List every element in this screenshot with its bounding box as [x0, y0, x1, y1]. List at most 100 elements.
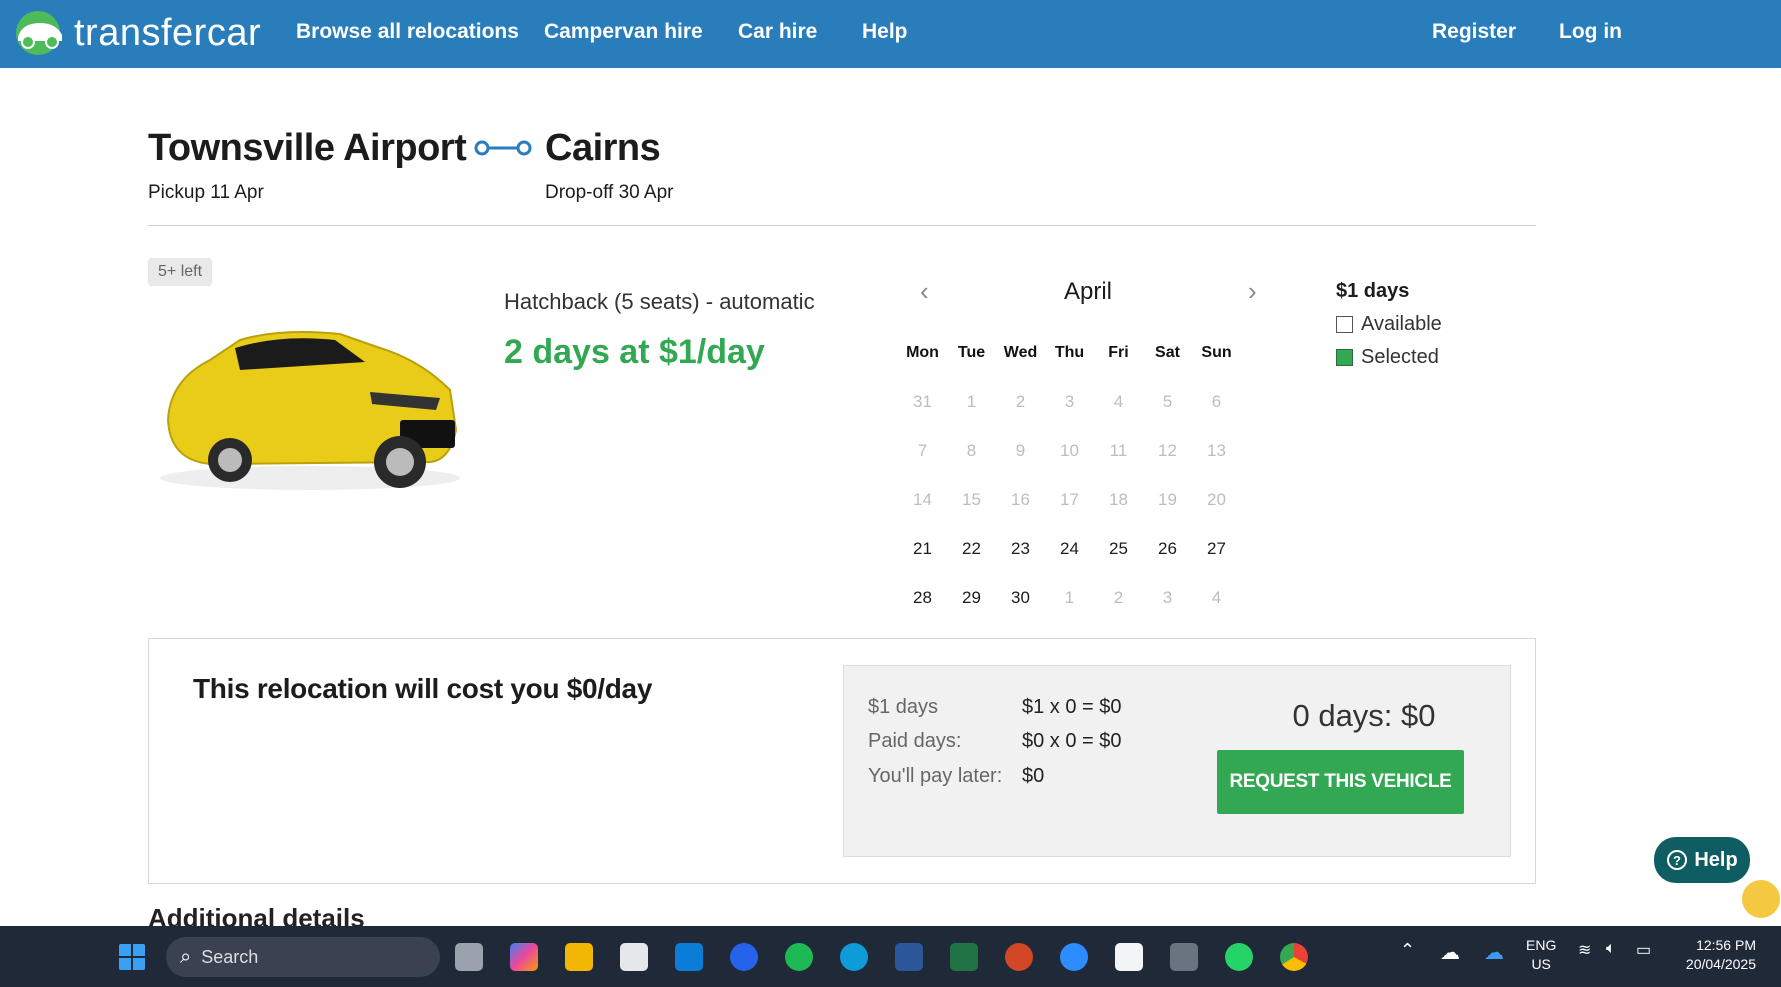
cost-panel: This relocation will cost you $0/day $1 … — [148, 638, 1536, 884]
edge-icon[interactable] — [840, 943, 868, 971]
calendar-day: 7 — [917, 440, 928, 460]
calendar-day: 5 — [1162, 391, 1173, 411]
legend-selected-label: Selected — [1361, 346, 1439, 368]
calendar-day[interactable]: 21 — [898, 539, 947, 559]
search-placeholder: Search — [201, 946, 259, 967]
chrome-icon[interactable] — [1280, 943, 1308, 971]
snipping-tool-icon[interactable] — [1115, 943, 1143, 971]
clock-time: 12:56 PM — [1696, 937, 1756, 953]
calendar-day[interactable]: 29 — [947, 588, 996, 608]
search-icon: ⌕ — [180, 945, 192, 968]
calendar-day: 6 — [1211, 391, 1222, 411]
get-help-icon[interactable] — [730, 943, 758, 971]
login-link[interactable]: Log in — [1559, 20, 1622, 44]
summary-value-1: $1 x 0 = $0 — [1022, 696, 1122, 718]
zoom-icon[interactable] — [1060, 943, 1088, 971]
language-code: ENG — [1526, 937, 1557, 953]
cookie-icon[interactable] — [1742, 880, 1780, 918]
calendar-week-row: 31 1 2 3 4 5 6 — [898, 377, 1241, 426]
calendar-day[interactable]: 26 — [1143, 539, 1192, 559]
summary-label-3: You'll pay later: — [868, 765, 1003, 787]
nav-help[interactable]: Help — [862, 20, 908, 44]
task-view-icon[interactable] — [455, 943, 483, 971]
request-vehicle-button[interactable]: REQUEST THIS VEHICLE — [1217, 750, 1464, 814]
calendar-day[interactable]: 25 — [1094, 539, 1143, 559]
calendar-grid: Mon Tue Wed Thu Fri Sat Sun 31 1 2 3 4 5 6 7 8 9 10 11 12 1… — [898, 328, 1241, 622]
help-chat-label: Help — [1694, 848, 1738, 871]
region-code: US — [1531, 956, 1551, 972]
calendar-day: 8 — [966, 440, 977, 460]
next-month-button[interactable]: › — [1248, 276, 1257, 307]
summary-value-2: $0 x 0 = $0 — [1022, 730, 1122, 752]
calculator-icon[interactable] — [1170, 943, 1198, 971]
language-indicator[interactable]: ENG US — [1526, 936, 1556, 974]
availability-badge: 5+ left — [148, 258, 213, 286]
available-swatch-icon — [1336, 316, 1353, 333]
calendar-week-row: 14 15 16 17 18 19 20 — [898, 475, 1241, 524]
store-icon[interactable] — [620, 943, 648, 971]
cloud-icon[interactable]: ☁ — [1440, 940, 1460, 965]
brand-logo[interactable]: transfercar — [10, 9, 261, 57]
weekday-label: Sat — [1155, 343, 1180, 361]
calendar-day[interactable]: 28 — [898, 588, 947, 608]
chevron-up-icon[interactable]: ⌃ — [1400, 940, 1415, 961]
calendar-day[interactable]: 23 — [996, 539, 1045, 559]
windows-start-icon[interactable] — [118, 943, 146, 971]
calendar-day[interactable]: 24 — [1045, 539, 1094, 559]
calendar-day: 11 — [1109, 440, 1128, 460]
powerpoint-icon[interactable] — [1005, 943, 1033, 971]
nav-browse-relocations[interactable]: Browse all relocations — [296, 20, 519, 44]
calendar-day: 13 — [1207, 440, 1226, 460]
clock[interactable]: 12:56 PM 20/04/2025 — [1676, 936, 1756, 974]
vehicle-title: Hatchback (5 seats) - automatic — [504, 289, 815, 314]
question-circle-icon: ? — [1667, 850, 1688, 870]
calendar-day: 18 — [1109, 489, 1128, 509]
calendar-month: April — [1063, 278, 1112, 305]
battery-icon[interactable]: ▭ — [1636, 940, 1651, 960]
calendar-day[interactable]: 27 — [1192, 539, 1241, 559]
svg-text:?: ? — [1673, 853, 1681, 868]
calendar-day[interactable]: 30 — [996, 588, 1045, 608]
summary-label-2: Paid days: — [868, 730, 962, 752]
spotify-icon[interactable] — [785, 943, 813, 971]
calendar-day: 19 — [1158, 489, 1177, 509]
excel-icon[interactable] — [950, 943, 978, 971]
weekday-label: Mon — [906, 343, 939, 361]
legend-selected: Selected — [1336, 346, 1442, 369]
car-logo-icon — [16, 11, 62, 55]
calendar-day: 10 — [1060, 440, 1079, 460]
onedrive-icon[interactable]: ☁ — [1484, 940, 1504, 965]
weekday-label: Fri — [1108, 343, 1129, 361]
legend-available: Available — [1336, 313, 1442, 336]
help-chat-button[interactable]: ? Help — [1654, 837, 1750, 883]
file-explorer-icon[interactable] — [565, 943, 593, 971]
summary-label-1: $1 days — [868, 696, 939, 718]
weekday-label: Thu — [1054, 343, 1085, 361]
taskbar-search[interactable]: ⌕ Search — [166, 937, 440, 977]
word-icon[interactable] — [895, 943, 923, 971]
origin-title: Townsville Airport — [148, 127, 467, 169]
destination-title: Cairns — [545, 127, 661, 169]
myhp-icon[interactable] — [675, 943, 703, 971]
calendar-week-row: 7 8 9 10 11 12 13 — [898, 426, 1241, 475]
legend-available-label: Available — [1361, 313, 1442, 335]
calendar-day: 31 — [913, 391, 932, 411]
total-cost: 0 days: $0 — [1292, 698, 1436, 733]
whatsapp-icon[interactable] — [1225, 943, 1253, 971]
calendar-day: 2 — [1015, 391, 1026, 411]
volume-icon[interactable]: 🔈︎ — [1606, 940, 1616, 958]
brand-name: transfercar — [74, 11, 262, 54]
copilot-icon[interactable] — [510, 943, 538, 971]
calendar-day: 16 — [1011, 489, 1030, 509]
calendar-day: 15 — [962, 489, 981, 509]
calendar-week-row: 28 29 30 1 2 3 4 — [898, 573, 1241, 622]
wifi-icon[interactable]: ≋ — [1578, 940, 1591, 960]
nav-campervan-hire[interactable]: Campervan hire — [544, 20, 703, 44]
top-nav: transfercar Browse all relocations Campe… — [0, 0, 1781, 68]
calendar-day: 3 — [1064, 391, 1075, 411]
calendar-day: 4 — [1211, 587, 1222, 607]
calendar-day: 9 — [1015, 440, 1026, 460]
register-link[interactable]: Register — [1432, 20, 1516, 44]
calendar-day[interactable]: 22 — [947, 539, 996, 559]
nav-car-hire[interactable]: Car hire — [738, 20, 817, 44]
